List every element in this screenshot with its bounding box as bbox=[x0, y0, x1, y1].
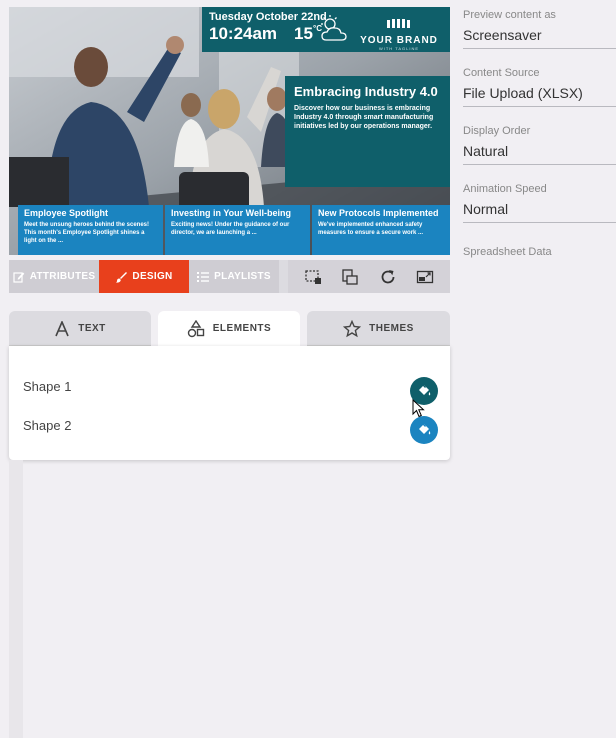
setting-value[interactable]: Natural bbox=[463, 143, 616, 165]
brand-name: YOUR BRAND bbox=[360, 35, 438, 46]
news-card: New Protocols Implemented We've implemen… bbox=[312, 205, 450, 255]
playlists-button[interactable]: PLAYLISTS bbox=[189, 260, 279, 293]
setting-label: Preview content as bbox=[463, 9, 556, 21]
crop-icon[interactable] bbox=[304, 269, 322, 285]
paintbrush-icon bbox=[116, 271, 128, 283]
resize-icon[interactable] bbox=[341, 268, 359, 286]
setting-spreadsheet-data[interactable]: Spreadsheet Data bbox=[463, 246, 616, 264]
fullscreen-icon[interactable] bbox=[416, 269, 434, 285]
playlists-label: PLAYLISTS bbox=[214, 271, 271, 282]
setting-preview-as[interactable]: Preview content as Screensaver bbox=[463, 9, 616, 49]
brand-logo: YOUR BRAND WITH TAGLINE bbox=[358, 15, 440, 51]
tab-themes-label: THEMES bbox=[369, 323, 414, 334]
setting-value[interactable]: Screensaver bbox=[463, 27, 616, 49]
edit-icon bbox=[13, 271, 25, 283]
header-bar: Tuesday October 22nd 10:24am 15 °C YOUR … bbox=[202, 7, 450, 52]
tab-themes[interactable]: THEMES bbox=[307, 311, 450, 346]
shape-2-color-button[interactable] bbox=[410, 416, 438, 444]
feature-body: Discover how our business is embracing I… bbox=[294, 105, 434, 130]
paint-bucket-icon bbox=[419, 422, 431, 435]
tab-elements-label: ELEMENTS bbox=[212, 323, 272, 334]
date-text: Tuesday October 22nd bbox=[209, 11, 327, 23]
news-card: Employee Spotlight Meet the unsung heroe… bbox=[18, 205, 163, 255]
time-text: 10:24am bbox=[209, 24, 278, 43]
setting-label: Content Source bbox=[463, 67, 540, 79]
news-title: New Protocols Implemented bbox=[318, 208, 439, 218]
news-body: Exciting news! Under the guidance of our… bbox=[171, 222, 290, 236]
design-button[interactable]: DESIGN bbox=[99, 260, 189, 293]
setting-label: Display Order bbox=[463, 125, 531, 137]
shape-1-label: Shape 1 bbox=[23, 379, 72, 394]
setting-label: Animation Speed bbox=[463, 183, 547, 195]
partly-cloudy-icon bbox=[321, 15, 347, 41]
elements-panel: Shape 1 Shape 2 bbox=[9, 346, 450, 460]
refresh-icon[interactable] bbox=[379, 268, 397, 286]
scroll-area bbox=[9, 460, 23, 738]
attributes-label: ATTRIBUTES bbox=[29, 271, 96, 282]
mouse-cursor-icon bbox=[412, 399, 425, 418]
feature-title: Embracing Industry 4.0 bbox=[294, 84, 438, 99]
brand-tagline: WITH TAGLINE bbox=[378, 46, 420, 51]
tab-elements[interactable]: ELEMENTS bbox=[158, 311, 300, 346]
brand-columns-icon bbox=[387, 19, 410, 28]
star-icon bbox=[343, 319, 362, 337]
design-label: DESIGN bbox=[132, 271, 173, 282]
news-title: Employee Spotlight bbox=[24, 208, 109, 218]
preview-tools bbox=[288, 260, 450, 293]
tab-text[interactable]: TEXT bbox=[9, 311, 151, 346]
setting-label: Spreadsheet Data bbox=[463, 246, 552, 258]
temperature-text: 15 bbox=[294, 24, 313, 43]
setting-content-source[interactable]: Content Source File Upload (XLSX) bbox=[463, 67, 616, 107]
news-body: We've implemented enhanced safety measur… bbox=[318, 222, 424, 236]
list-icon bbox=[197, 272, 210, 282]
news-card: Investing in Your Well-being Exciting ne… bbox=[165, 205, 310, 255]
feature-card: Embracing Industry 4.0 Discover how our … bbox=[285, 76, 450, 187]
shape-2-label: Shape 2 bbox=[23, 418, 72, 433]
setting-value[interactable]: Normal bbox=[463, 201, 616, 223]
paint-bucket-icon bbox=[419, 383, 431, 396]
shapes-icon bbox=[187, 319, 204, 337]
tab-text-label: TEXT bbox=[78, 323, 106, 334]
setting-display-order[interactable]: Display Order Natural bbox=[463, 125, 616, 165]
attributes-button[interactable]: ATTRIBUTES bbox=[9, 260, 99, 293]
setting-value[interactable]: File Upload (XLSX) bbox=[463, 85, 616, 107]
news-title: Investing in Your Well-being bbox=[171, 208, 292, 218]
text-icon bbox=[55, 320, 69, 336]
news-body: Meet the unsung heroes behind the scenes… bbox=[24, 222, 150, 244]
setting-animation-speed[interactable]: Animation Speed Normal bbox=[463, 183, 616, 223]
content-preview: Tuesday October 22nd 10:24am 15 °C YOUR … bbox=[9, 7, 450, 255]
